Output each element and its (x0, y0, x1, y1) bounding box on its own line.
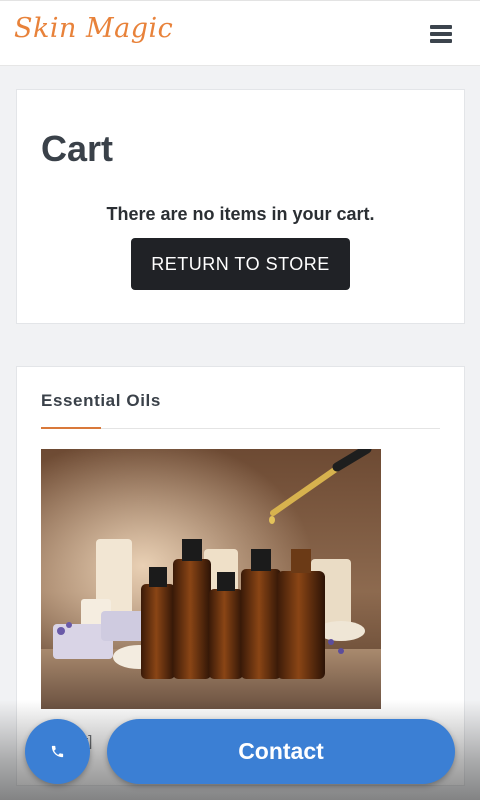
hamburger-menu-icon[interactable] (430, 25, 452, 43)
title-accent-underline (41, 427, 101, 429)
cart-card: Cart There are no items in your cart. RE… (16, 89, 465, 324)
page-title: Cart (41, 128, 114, 169)
return-to-store-button[interactable]: RETURN TO STORE (131, 238, 350, 290)
call-button[interactable] (25, 719, 90, 784)
site-logo[interactable]: Skin Magic (14, 13, 173, 44)
empty-cart-message: There are no items in your cart. (106, 204, 375, 224)
phone-icon (51, 745, 64, 758)
essential-oils-image[interactable] (41, 449, 381, 709)
site-header: Skin Magic (0, 0, 480, 66)
contact-button[interactable]: Contact (107, 719, 455, 784)
widget-title: Essential Oils (41, 391, 161, 410)
